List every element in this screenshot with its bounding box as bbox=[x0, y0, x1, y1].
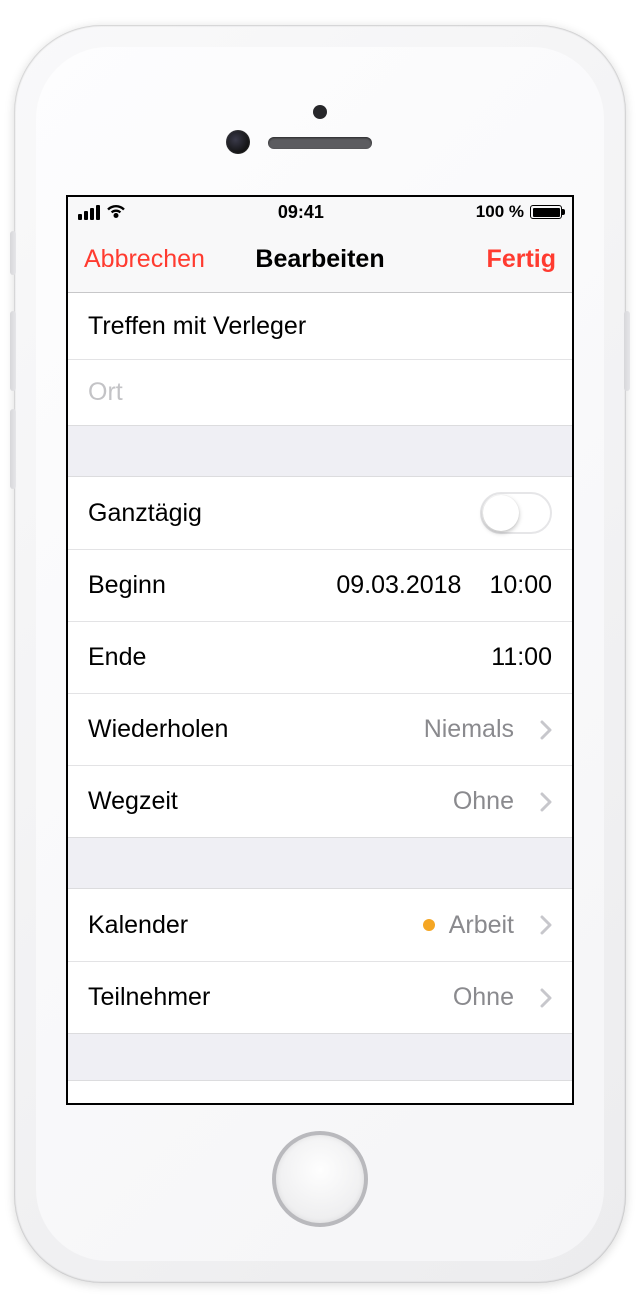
all-day-toggle[interactable] bbox=[480, 492, 552, 534]
all-day-label: Ganztägig bbox=[88, 499, 202, 528]
cellular-signal-icon bbox=[78, 205, 100, 220]
iphone-device-frame: 09:41 100 % Abbrechen Bearbeiten Fertig bbox=[14, 25, 626, 1283]
volume-down-button bbox=[10, 409, 16, 489]
repeat-value: Niemals bbox=[424, 715, 514, 744]
battery-percentage: 100 % bbox=[476, 202, 524, 222]
earpiece-speaker bbox=[268, 137, 372, 149]
travel-time-row[interactable]: Wegzeit Ohne bbox=[68, 765, 572, 837]
calendar-label: Kalender bbox=[88, 911, 188, 940]
status-bar: 09:41 100 % bbox=[68, 197, 572, 227]
chevron-right-icon bbox=[540, 915, 552, 935]
event-title-input[interactable] bbox=[88, 312, 552, 341]
sensor-dot bbox=[313, 105, 327, 119]
calendar-color-dot bbox=[423, 919, 435, 931]
travel-time-value: Ohne bbox=[453, 787, 514, 816]
end-label: Ende bbox=[88, 643, 146, 672]
screen: 09:41 100 % Abbrechen Bearbeiten Fertig bbox=[66, 195, 574, 1105]
start-time: 10:00 bbox=[489, 571, 552, 600]
wifi-icon bbox=[106, 205, 126, 219]
navigation-bar: Abbrechen Bearbeiten Fertig bbox=[68, 227, 572, 293]
alert-value: Ohne bbox=[453, 1103, 514, 1106]
front-camera bbox=[226, 130, 250, 154]
end-time: 11:00 bbox=[491, 643, 552, 672]
invitees-row[interactable]: Teilnehmer Ohne bbox=[68, 961, 572, 1033]
done-button[interactable]: Fertig bbox=[487, 245, 556, 274]
calendar-value: Arbeit bbox=[449, 911, 514, 940]
cancel-button[interactable]: Abbrechen bbox=[84, 245, 205, 274]
start-label: Beginn bbox=[88, 571, 166, 600]
page-title: Bearbeiten bbox=[255, 245, 384, 274]
invitees-label: Teilnehmer bbox=[88, 983, 210, 1012]
repeat-row[interactable]: Wiederholen Niemals bbox=[68, 693, 572, 765]
chevron-right-icon bbox=[540, 988, 552, 1008]
alert-row[interactable]: Hinweis Ohne bbox=[68, 1081, 572, 1105]
end-row[interactable]: Ende 11:00 bbox=[68, 621, 572, 693]
home-button[interactable] bbox=[272, 1131, 368, 1227]
repeat-label: Wiederholen bbox=[88, 715, 228, 744]
start-date: 09.03.2018 bbox=[336, 571, 461, 600]
event-location-input[interactable] bbox=[88, 378, 552, 407]
status-time: 09:41 bbox=[278, 202, 324, 223]
chevron-right-icon bbox=[540, 720, 552, 740]
power-button bbox=[624, 311, 630, 391]
volume-up-button bbox=[10, 311, 16, 391]
alert-label: Hinweis bbox=[88, 1103, 176, 1106]
invitees-value: Ohne bbox=[453, 983, 514, 1012]
start-row[interactable]: Beginn 09.03.2018 10:00 bbox=[68, 549, 572, 621]
mute-switch bbox=[10, 231, 16, 275]
calendar-row[interactable]: Kalender Arbeit bbox=[68, 889, 572, 961]
travel-time-label: Wegzeit bbox=[88, 787, 178, 816]
chevron-right-icon bbox=[540, 792, 552, 812]
battery-icon bbox=[530, 205, 562, 219]
